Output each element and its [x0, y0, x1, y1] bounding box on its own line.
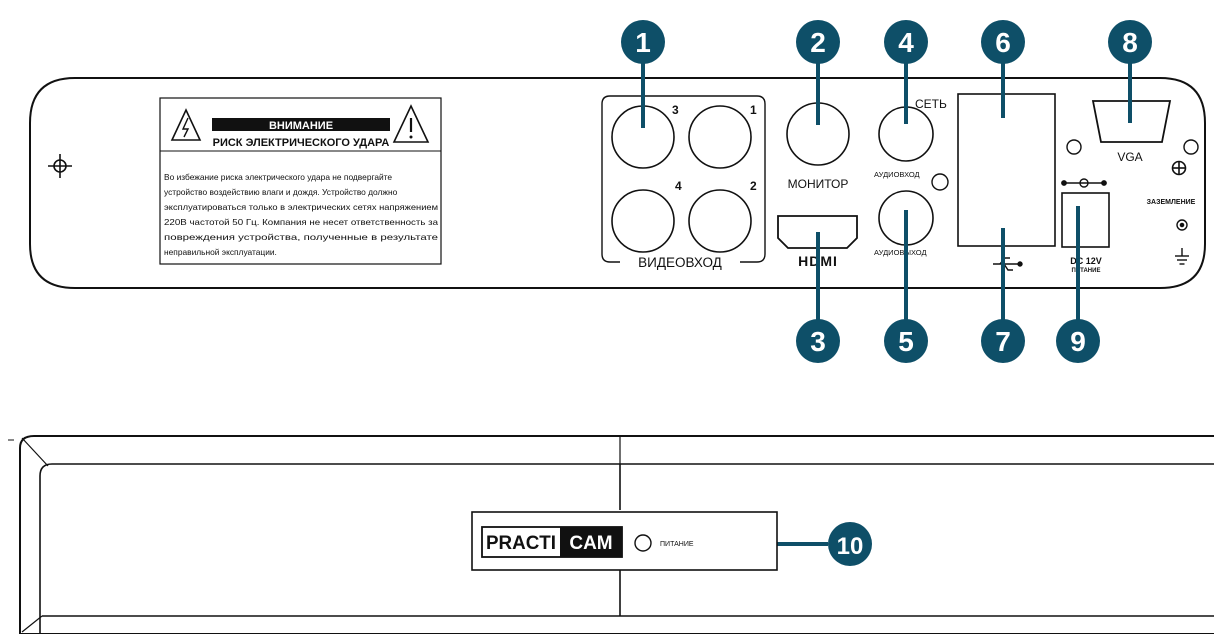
device-diagram: ВНИМАНИЕ РИСК ЭЛЕКТРИЧЕСКОГО УДАРА Во из…	[8, 20, 1214, 634]
callout-7: 7	[981, 319, 1025, 363]
svg-text:9: 9	[1070, 326, 1086, 357]
network-port	[957, 93, 1056, 247]
port-number: 2	[750, 179, 757, 193]
power-led	[634, 534, 652, 552]
svg-text:3: 3	[810, 326, 826, 357]
warning-body-line: неправильной эксплуатации.	[164, 247, 277, 257]
bnc-port	[688, 105, 752, 169]
callout-10: 10	[828, 522, 872, 566]
callout-3: 3	[796, 319, 840, 363]
ground-label: ЗАЗЕМЛЕНИЕ	[1147, 199, 1196, 206]
warning-body-line: 220В частотой 50 Гц. Компания не несет о…	[164, 217, 438, 227]
svg-text:1: 1	[635, 27, 651, 58]
warning-body-line: устройство воздействию влаги и дождя. Ус…	[164, 187, 398, 197]
network-label: СЕТЬ	[915, 97, 947, 111]
audio-out-label: АУДИОВЫХОД	[874, 248, 927, 257]
practicam-logo: PRACTI CAM	[481, 526, 623, 558]
vga-screw	[1183, 139, 1199, 155]
monitor-label: МОНИТОР	[788, 177, 849, 191]
video-input-label: ВИДЕОВХОД	[638, 255, 722, 270]
back-panel: ВНИМАНИЕ РИСК ЭЛЕКТРИЧЕСКОГО УДАРА Во из…	[29, 77, 1206, 289]
svg-text:8: 8	[1122, 27, 1138, 58]
svg-text:5: 5	[898, 326, 914, 357]
callout-8: 8	[1108, 20, 1152, 64]
port-number: 3	[672, 103, 679, 117]
audio-in-label: АУДИОВХОД	[874, 170, 920, 179]
port-number: 1	[750, 103, 757, 117]
bnc-port	[611, 189, 675, 253]
front-panel: PRACTI CAM ПИТАНИЕ	[8, 435, 1214, 634]
audio-led	[931, 173, 949, 191]
bnc-port	[688, 189, 752, 253]
svg-text:6: 6	[995, 27, 1011, 58]
front-power-label: ПИТАНИЕ	[660, 541, 694, 548]
callout-2: 2	[796, 20, 840, 64]
dc-power-label: ПИТАНИЕ	[1072, 268, 1101, 274]
vga-screw	[1066, 139, 1082, 155]
callout-9: 9	[1056, 319, 1100, 363]
callout-6: 6	[981, 20, 1025, 64]
ground-screw-icon	[1171, 160, 1187, 176]
logo-right-text: CAM	[569, 533, 612, 554]
svg-text:7: 7	[995, 326, 1011, 357]
warning-body-line: эксплуатироваться только в электрических…	[164, 202, 438, 212]
callout-1: 1	[621, 20, 665, 64]
warning-label: ВНИМАНИЕ РИСК ЭЛЕКТРИЧЕСКОГО УДАРА Во из…	[159, 97, 442, 265]
warning-body-line: Во избежание риска электрического удара …	[164, 172, 392, 182]
logo-left-text: PRACTI	[486, 533, 556, 554]
svg-text:2: 2	[810, 27, 826, 58]
dc-power-port	[1061, 192, 1110, 248]
dc-label: DC 12V	[1070, 256, 1102, 266]
port-number: 4	[675, 179, 682, 193]
callout-4: 4	[884, 20, 928, 64]
warning-body-line: повреждения устройства, полученные в рез…	[164, 232, 438, 242]
svg-text:4: 4	[898, 27, 914, 58]
vga-label: VGA	[1117, 150, 1142, 164]
warning-title: ВНИМАНИЕ	[269, 120, 333, 132]
warning-subtitle: РИСК ЭЛЕКТРИЧЕСКОГО УДАРА	[213, 137, 390, 149]
callout-5: 5	[884, 319, 928, 363]
svg-text:10: 10	[837, 533, 864, 560]
